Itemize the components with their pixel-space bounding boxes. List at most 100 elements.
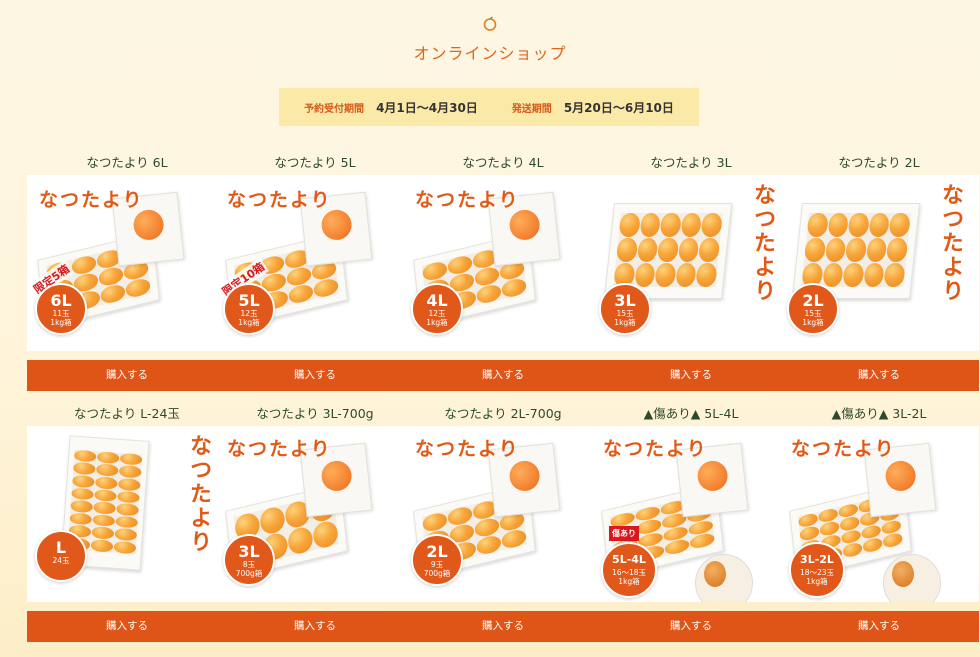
loquat-fruit (821, 262, 844, 287)
loquat-fruit (286, 265, 313, 288)
badge-weight: 1kg箱 (50, 318, 72, 327)
product-card[interactable]: なつたより 6L なつたより 限定5箱 6L 11玉 1kg箱購入する (27, 153, 227, 391)
badge-size: 2L (426, 542, 448, 561)
product-image[interactable]: なつたより 3L 15玉 1kg箱 (591, 175, 791, 351)
brand-text: なつたより (938, 183, 964, 303)
product-name[interactable]: なつたより 3L-700g (215, 404, 415, 424)
badge-size: 3L (238, 542, 260, 561)
loquat-fruit (803, 238, 826, 262)
product-name[interactable]: なつたより 5L (215, 153, 415, 173)
badge-size: 2L (802, 291, 824, 310)
brand-text: なつたより (415, 189, 520, 211)
brand-text: なつたより (227, 189, 332, 211)
buy-button[interactable]: 購入する (591, 611, 791, 642)
product-image[interactable]: なつたより 傷あり 5L-4L 16〜18玉 1kg箱 (591, 426, 791, 602)
product-card[interactable]: なつたより 3L-700g なつたより 3L 8玉 700g箱購入する (215, 404, 415, 642)
size-badge: L 24玉 (35, 530, 87, 582)
product-image[interactable]: なつたより 4L 12玉 1kg箱 (403, 175, 603, 351)
product-image[interactable]: なつたより 3L 8玉 700g箱 (215, 426, 415, 602)
loquat-fruit (882, 531, 904, 549)
loquat-fruit (618, 213, 641, 238)
product-card[interactable]: なつたより L-24玉 なつたより L 24玉購入する (27, 404, 227, 642)
loquat-fruit (842, 262, 865, 287)
buy-button[interactable]: 購入する (591, 360, 791, 391)
loquat-fruit (680, 213, 703, 238)
loquat-fruit (258, 504, 286, 536)
badge-weight: 1kg箱 (618, 577, 640, 586)
brand-text: なつたより (750, 183, 776, 303)
loquat-fruit (654, 262, 677, 287)
loquat-fruit (115, 515, 139, 529)
product-card[interactable]: なつたより 5L なつたより 限定10箱 5L 12玉 1kg箱購入する (215, 153, 415, 391)
product-name[interactable]: なつたより L-24玉 (27, 404, 227, 424)
product-name[interactable]: なつたより 4L (403, 153, 603, 173)
loquat-fruit (114, 528, 138, 542)
product-name[interactable]: ▲傷あり▲ 3L-2L (779, 404, 979, 424)
product-card[interactable]: なつたより 2L なつたより 2L 15玉 1kg箱 購入する (779, 153, 979, 391)
loquat-fruit (118, 477, 142, 492)
product-card[interactable]: なつたより 2L-700g なつたより 2L 9玉 700g箱購入する (403, 404, 603, 642)
buy-button[interactable]: 購入する (403, 611, 603, 642)
shipping-label: 発送期間 (511, 103, 552, 115)
loquat-fruit (806, 213, 829, 238)
loquat-fruit (847, 213, 870, 238)
product-card[interactable]: なつたより 3L なつたより 3L 15玉 1kg箱購入する (591, 153, 791, 391)
product-image[interactable]: なつたより L 24玉 (27, 426, 227, 602)
loquat-fruit (116, 503, 140, 517)
loquat-fruit (675, 262, 698, 287)
product-image[interactable]: なつたより 限定10箱 5L 12玉 1kg箱 (215, 175, 415, 351)
buy-button[interactable]: 購入する (779, 611, 979, 642)
orange-emblem-icon (508, 459, 542, 493)
buy-button[interactable]: 購入する (27, 611, 227, 642)
buy-button[interactable]: 購入する (215, 611, 415, 642)
badge-count: 9玉 (430, 560, 444, 569)
page-title: オンラインショップ (413, 44, 567, 63)
size-badge: 3L 8玉 700g箱 (223, 534, 275, 586)
loquat-fruit (73, 449, 97, 463)
badge-size: 5L-4L (612, 553, 646, 566)
loquat-fruit (689, 531, 716, 550)
product-name[interactable]: ▲傷あり▲ 5L-4L (591, 404, 791, 424)
loquat-fruit (862, 536, 883, 554)
badge-count: 12玉 (240, 309, 258, 318)
product-name[interactable]: なつたより 2L (779, 153, 979, 173)
product-card[interactable]: なつたより 4L なつたより 4L 12玉 1kg箱購入する (403, 153, 603, 391)
loquat-fruit (863, 262, 886, 287)
product-card[interactable]: ▲傷あり▲ 5L-4L なつたより 傷あり 5L-4L 16〜18玉 1kg箱購入する (591, 404, 791, 642)
loquat-fruit (827, 213, 850, 238)
loquat-fruit (474, 265, 501, 288)
loquat-fruit (664, 537, 690, 556)
buy-button[interactable]: 購入する (779, 360, 979, 391)
product-name[interactable]: なつたより 6L (27, 153, 227, 173)
loquat-fruit (287, 282, 314, 305)
loquat-fruit (70, 253, 97, 277)
product-image[interactable]: なつたより 2L 9玉 700g箱 (403, 426, 603, 602)
orange-emblem-icon (508, 208, 542, 242)
loquat-fruit (501, 276, 528, 299)
product-image[interactable]: なつたより 3L-2L 18〜23玉 1kg箱 (779, 426, 979, 602)
loquat-fruit (839, 515, 860, 533)
loquat-fruit (888, 213, 911, 238)
loquat-fruit (824, 238, 847, 262)
buy-button[interactable]: 購入する (215, 360, 415, 391)
damage-sample-image (883, 554, 941, 602)
reservation-value: 4月1日〜4月30日 (376, 100, 478, 115)
brand-text: なつたより (39, 189, 144, 211)
orange-emblem-icon (320, 459, 354, 493)
loquat-fruit (119, 452, 143, 466)
product-image[interactable]: なつたより 限定5箱 6L 11玉 1kg箱 (27, 175, 227, 351)
loquat-fruit (845, 238, 868, 262)
badge-weight: 1kg箱 (614, 318, 636, 327)
product-card[interactable]: ▲傷あり▲ 3L-2L なつたより 3L-2L 18〜23玉 1kg箱購入する (779, 404, 979, 642)
loquat-fruit (94, 488, 118, 502)
orange-fruit-icon (483, 16, 497, 31)
buy-button[interactable]: 購入する (27, 360, 227, 391)
badge-count: 24玉 (52, 556, 70, 565)
loquat-fruit (93, 501, 117, 515)
loquat-fruit (842, 541, 863, 559)
product-name[interactable]: なつたより 3L (591, 153, 791, 173)
product-image[interactable]: なつたより 2L 15玉 1kg箱 (779, 175, 979, 351)
product-name[interactable]: なつたより 2L-700g (403, 404, 603, 424)
buy-button[interactable]: 購入する (403, 360, 603, 391)
loquat-fruit (125, 276, 152, 299)
